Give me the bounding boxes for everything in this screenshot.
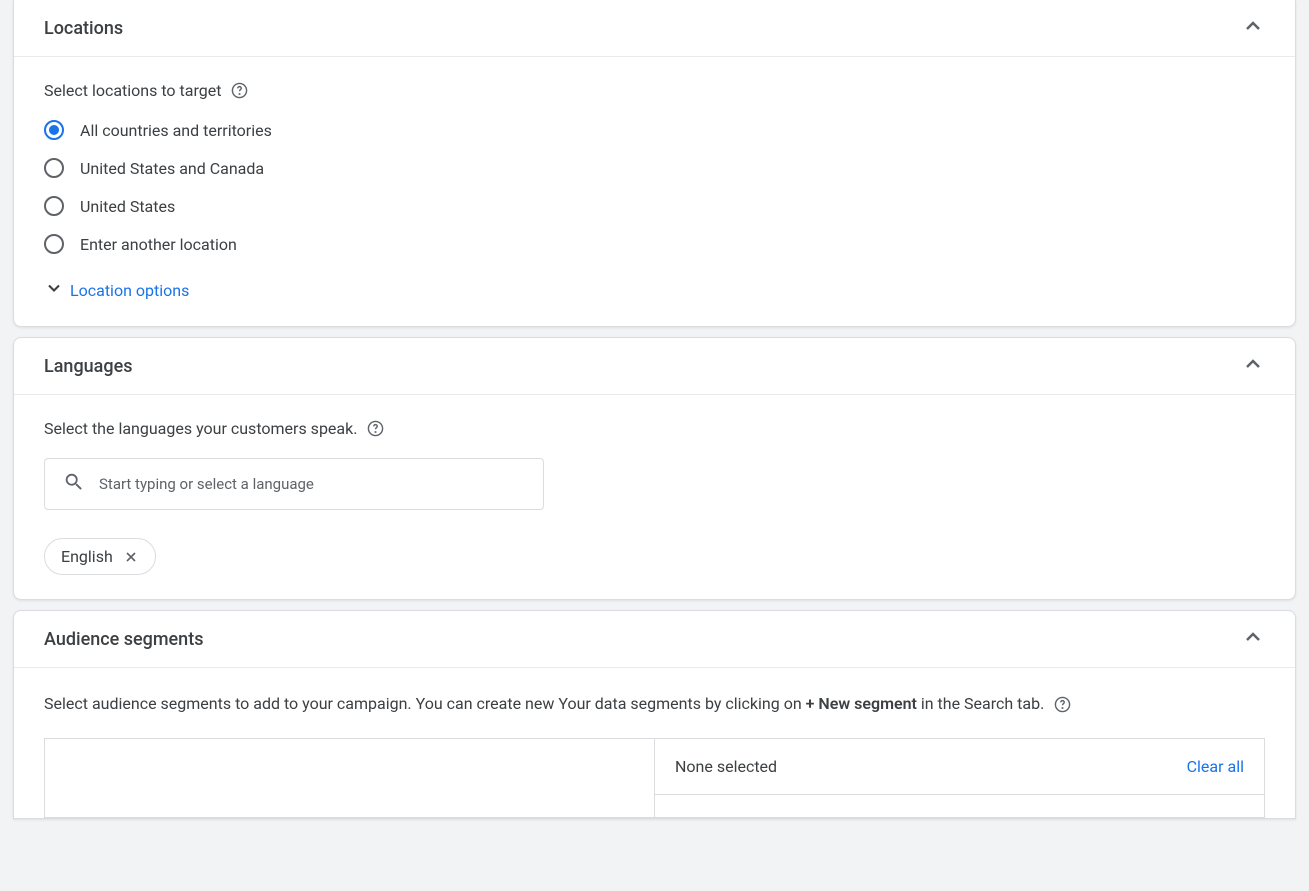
location-options-toggle[interactable]: Location options: [44, 278, 1265, 302]
languages-subtitle: Select the languages your customers spea…: [44, 419, 357, 438]
chip-label: English: [61, 547, 113, 566]
locations-title: Locations: [44, 18, 123, 39]
languages-title: Languages: [44, 356, 132, 377]
radio-option-united-states[interactable]: United States: [44, 196, 1265, 216]
languages-subtitle-row: Select the languages your customers spea…: [44, 419, 1265, 438]
languages-card: Languages Select the languages your cust…: [13, 337, 1296, 600]
radio-button-icon: [44, 120, 64, 140]
language-chip-english[interactable]: English: [44, 538, 156, 575]
chevron-down-icon: [44, 278, 64, 302]
audience-body: Select audience segments to add to your …: [14, 668, 1295, 818]
locations-subtitle: Select locations to target: [44, 81, 221, 100]
location-options-label: Location options: [70, 281, 189, 300]
audience-title: Audience segments: [44, 629, 203, 650]
language-search-input[interactable]: [99, 475, 525, 493]
languages-body: Select the languages your customers spea…: [14, 395, 1295, 599]
locations-body: Select locations to target All countries…: [14, 57, 1295, 326]
audience-header[interactable]: Audience segments: [14, 611, 1295, 668]
help-icon[interactable]: [367, 420, 384, 437]
radio-label: All countries and territories: [80, 121, 272, 140]
locations-header[interactable]: Locations: [14, 0, 1295, 57]
locations-subtitle-row: Select locations to target: [44, 81, 1265, 100]
audience-selected-panel: None selected Clear all: [654, 738, 1265, 818]
language-search-box[interactable]: [44, 458, 544, 510]
clear-all-button[interactable]: Clear all: [1187, 757, 1244, 776]
help-icon[interactable]: [1054, 696, 1071, 713]
location-radio-group: All countries and territories United Sta…: [44, 120, 1265, 254]
radio-label: United States and Canada: [80, 159, 264, 178]
radio-button-icon: [44, 234, 64, 254]
radio-option-all-countries[interactable]: All countries and territories: [44, 120, 1265, 140]
chevron-up-icon: [1241, 625, 1265, 653]
audience-description-row: Select audience segments to add to your …: [44, 692, 1265, 716]
audience-segments-card: Audience segments Select audience segmen…: [13, 610, 1296, 819]
none-selected-label: None selected: [675, 757, 777, 776]
audience-selected-header: None selected Clear all: [655, 739, 1264, 795]
audience-description: Select audience segments to add to your …: [44, 692, 1044, 716]
search-icon: [63, 471, 85, 497]
audience-selector: None selected Clear all: [44, 738, 1265, 818]
audience-browse-panel[interactable]: [44, 738, 654, 818]
locations-card: Locations Select locations to target All…: [13, 0, 1296, 327]
radio-option-enter-another[interactable]: Enter another location: [44, 234, 1265, 254]
chevron-up-icon: [1241, 14, 1265, 42]
help-icon[interactable]: [231, 82, 248, 99]
radio-button-icon: [44, 196, 64, 216]
radio-button-icon: [44, 158, 64, 178]
radio-label: Enter another location: [80, 235, 237, 254]
chevron-up-icon: [1241, 352, 1265, 380]
languages-header[interactable]: Languages: [14, 338, 1295, 395]
radio-option-us-canada[interactable]: United States and Canada: [44, 158, 1265, 178]
radio-label: United States: [80, 197, 175, 216]
close-icon[interactable]: [123, 549, 139, 565]
